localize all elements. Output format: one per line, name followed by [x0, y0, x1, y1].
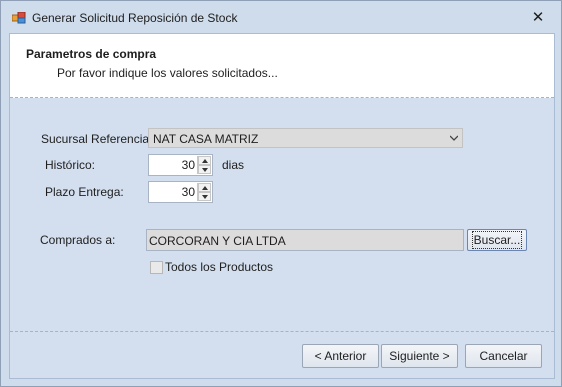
plazo-up-button[interactable]: [198, 183, 211, 192]
historico-spin-buttons: [197, 156, 211, 174]
plazo-down-button[interactable]: [198, 192, 211, 201]
todos-productos-checkbox[interactable]: [150, 261, 163, 274]
footer-divider: [10, 331, 554, 332]
plazo-label: Plazo Entrega:: [45, 185, 124, 199]
todos-productos-label[interactable]: Todos los Productos: [165, 260, 273, 274]
chevron-down-icon: [450, 135, 458, 141]
buscar-button[interactable]: Buscar...: [467, 229, 527, 251]
comprados-field[interactable]: CORCORAN Y CIA LTDA: [146, 229, 464, 251]
close-icon[interactable]: ✕: [529, 10, 547, 26]
app-window-icon: [12, 12, 26, 24]
window-title: Generar Solicitud Reposición de Stock: [32, 11, 238, 25]
siguiente-button[interactable]: Siguiente >: [381, 344, 458, 368]
historico-up-button[interactable]: [198, 156, 211, 165]
arrow-up-icon: [202, 186, 208, 190]
sucursal-select[interactable]: NAT CASA MATRIZ: [148, 128, 463, 148]
historico-stepper[interactable]: 30: [148, 154, 213, 176]
historico-label: Histórico:: [45, 158, 96, 172]
page-title: Parametros de compra: [26, 47, 157, 61]
plazo-stepper[interactable]: 30: [148, 181, 213, 203]
sucursal-label: Sucursal Referencia:: [41, 132, 153, 146]
title-bar[interactable]: Generar Solicitud Reposición de Stock ✕: [1, 1, 561, 33]
historico-value: 30: [181, 158, 195, 172]
historico-unit: dias: [222, 158, 245, 172]
dialog-window: Generar Solicitud Reposición de Stock ✕ …: [0, 0, 562, 387]
anterior-button[interactable]: < Anterior: [302, 344, 379, 368]
arrow-down-icon: [202, 195, 208, 199]
arrow-down-icon: [202, 168, 208, 172]
plazo-value: 30: [181, 185, 195, 199]
historico-down-button[interactable]: [198, 165, 211, 174]
comprados-label: Comprados a:: [40, 233, 116, 247]
wizard-content: Parametros de compra Por favor indique l…: [9, 33, 555, 379]
cancelar-button[interactable]: Cancelar: [465, 344, 542, 368]
page-subtitle: Por favor indique los valores solicitado…: [57, 66, 278, 80]
sucursal-value: NAT CASA MATRIZ: [153, 132, 259, 146]
plazo-spin-buttons: [197, 183, 211, 201]
arrow-up-icon: [202, 159, 208, 163]
wizard-header: Parametros de compra Por favor indique l…: [10, 34, 554, 98]
buscar-label: Buscar...: [471, 231, 523, 249]
comprados-value: CORCORAN Y CIA LTDA: [149, 234, 286, 248]
